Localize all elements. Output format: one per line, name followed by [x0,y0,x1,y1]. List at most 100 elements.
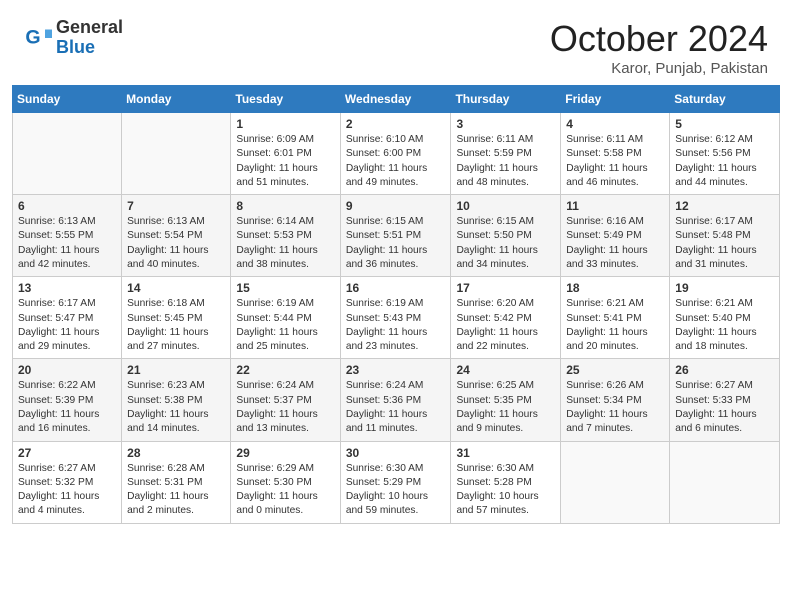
day-header-monday: Monday [122,86,231,113]
day-info: Sunrise: 6:11 AMSunset: 5:59 PMDaylight:… [456,133,555,190]
day-number: 16 [346,281,446,295]
calendar-table: SundayMondayTuesdayWednesdayThursdayFrid… [12,85,780,524]
calendar-cell [561,441,670,523]
day-number: 24 [456,363,555,377]
week-row-2: 6Sunrise: 6:13 AMSunset: 5:55 PMDaylight… [13,195,780,277]
logo-general: General [56,18,123,38]
calendar-cell: 15 Sunrise: 6:19 AMSunset: 5:44 PMDayligh… [231,277,340,359]
calendar-cell: 14Sunrise: 6:18 AMSunset: 5:45 PMDayligh… [122,277,231,359]
day-header-saturday: Saturday [670,86,780,113]
day-info: Sunrise: 6:24 AMSunset: 5:36 PMDaylight:… [346,379,446,436]
day-header-thursday: Thursday [451,86,561,113]
logo: G General Blue [24,18,123,58]
calendar-cell: 26 Sunrise: 6:27 AMSunset: 5:33 PMDayligh… [670,359,780,441]
calendar-cell: 31 Sunrise: 6:30 AMSunset: 5:28 PMDayligh… [451,441,561,523]
day-info: Sunrise: 6:13 AMSunset: 5:54 PMDaylight:… [127,215,225,272]
calendar-cell: 18 Sunrise: 6:21 AMSunset: 5:41 PMDayligh… [561,277,670,359]
logo-blue: Blue [56,38,123,58]
week-row-3: 13Sunrise: 6:17 AMSunset: 5:47 PMDayligh… [13,277,780,359]
day-number: 20 [18,363,116,377]
calendar-body: 1Sunrise: 6:09 AMSunset: 6:01 PMDaylight… [13,113,780,524]
day-info: Sunrise: 6:12 AMSunset: 5:56 PMDaylight:… [675,133,774,190]
calendar-cell: 12 Sunrise: 6:17 AMSunset: 5:48 PMDayligh… [670,195,780,277]
day-number: 2 [346,117,446,131]
day-number: 12 [675,199,774,213]
title-block: October 2024 Karor, Punjab, Pakistan [550,18,768,77]
calendar-wrapper: SundayMondayTuesdayWednesdayThursdayFrid… [0,85,792,536]
day-info: Sunrise: 6:20 AMSunset: 5:42 PMDaylight:… [456,297,555,354]
calendar-cell: 10Sunrise: 6:15 AMSunset: 5:50 PMDayligh… [451,195,561,277]
day-info: Sunrise: 6:10 AMSunset: 6:00 PMDaylight:… [346,133,446,190]
calendar-cell: 1Sunrise: 6:09 AMSunset: 6:01 PMDaylight… [231,113,340,195]
calendar-cell: 23 Sunrise: 6:24 AMSunset: 5:36 PMDayligh… [340,359,451,441]
day-number: 27 [18,446,116,460]
day-info: Sunrise: 6:15 AMSunset: 5:50 PMDaylight:… [456,215,555,272]
day-number: 26 [675,363,774,377]
calendar-cell: 29Sunrise: 6:29 AMSunset: 5:30 PMDayligh… [231,441,340,523]
day-info: Sunrise: 6:28 AMSunset: 5:31 PMDaylight:… [127,462,225,519]
day-number: 22 [236,363,334,377]
day-info: Sunrise: 6:17 AMSunset: 5:48 PMDaylight:… [675,215,774,272]
day-number: 11 [566,199,664,213]
calendar-cell: 2 Sunrise: 6:10 AMSunset: 6:00 PMDaylight… [340,113,451,195]
day-number: 8 [236,199,334,213]
day-info: Sunrise: 6:22 AMSunset: 5:39 PMDaylight:… [18,379,116,436]
calendar-cell: 8 Sunrise: 6:14 AMSunset: 5:53 PMDaylight… [231,195,340,277]
calendar-cell: 21 Sunrise: 6:23 AMSunset: 5:38 PMDayligh… [122,359,231,441]
day-number: 23 [346,363,446,377]
day-number: 17 [456,281,555,295]
day-number: 15 [236,281,334,295]
calendar-cell: 30 Sunrise: 6:30 AMSunset: 5:29 PMDayligh… [340,441,451,523]
calendar-cell: 22Sunrise: 6:24 AMSunset: 5:37 PMDayligh… [231,359,340,441]
day-info: Sunrise: 6:27 AMSunset: 5:33 PMDaylight:… [675,379,774,436]
day-info: Sunrise: 6:16 AMSunset: 5:49 PMDaylight:… [566,215,664,272]
day-number: 5 [675,117,774,131]
day-info: Sunrise: 6:19 AMSunset: 5:44 PMDaylight:… [236,297,334,354]
day-number: 9 [346,199,446,213]
calendar-cell: 9Sunrise: 6:15 AMSunset: 5:51 PMDaylight… [340,195,451,277]
day-info: Sunrise: 6:17 AMSunset: 5:47 PMDaylight:… [18,297,116,354]
day-number: 21 [127,363,225,377]
calendar-cell: 17 Sunrise: 6:20 AMSunset: 5:42 PMDayligh… [451,277,561,359]
calendar-cell: 27Sunrise: 6:27 AMSunset: 5:32 PMDayligh… [13,441,122,523]
calendar-cell: 19 Sunrise: 6:21 AMSunset: 5:40 PMDayligh… [670,277,780,359]
day-number: 25 [566,363,664,377]
calendar-cell: 4Sunrise: 6:11 AMSunset: 5:58 PMDaylight… [561,113,670,195]
day-info: Sunrise: 6:21 AMSunset: 5:41 PMDaylight:… [566,297,664,354]
calendar-cell [670,441,780,523]
day-info: Sunrise: 6:23 AMSunset: 5:38 PMDaylight:… [127,379,225,436]
calendar-cell: 20 Sunrise: 6:22 AMSunset: 5:39 PMDayligh… [13,359,122,441]
calendar-cell: 5 Sunrise: 6:12 AMSunset: 5:56 PMDaylight… [670,113,780,195]
svg-text:G: G [25,26,40,48]
calendar-cell: 11 Sunrise: 6:16 AMSunset: 5:49 PMDayligh… [561,195,670,277]
day-info: Sunrise: 6:30 AMSunset: 5:29 PMDaylight:… [346,462,446,519]
day-info: Sunrise: 6:11 AMSunset: 5:58 PMDaylight:… [566,133,664,190]
day-info: Sunrise: 6:13 AMSunset: 5:55 PMDaylight:… [18,215,116,272]
calendar-cell: 24 Sunrise: 6:25 AMSunset: 5:35 PMDayligh… [451,359,561,441]
day-number: 28 [127,446,225,460]
day-info: Sunrise: 6:19 AMSunset: 5:43 PMDaylight:… [346,297,446,354]
month-title: October 2024 [550,18,768,60]
logo-icon: G [24,24,52,52]
page-header: G General Blue October 2024 Karor, Punja… [0,0,792,85]
day-info: Sunrise: 6:21 AMSunset: 5:40 PMDaylight:… [675,297,774,354]
day-number: 1 [236,117,334,131]
day-number: 3 [456,117,555,131]
calendar-cell: 3 Sunrise: 6:11 AMSunset: 5:59 PMDaylight… [451,113,561,195]
day-number: 30 [346,446,446,460]
week-row-1: 1Sunrise: 6:09 AMSunset: 6:01 PMDaylight… [13,113,780,195]
day-number: 31 [456,446,555,460]
calendar-cell [122,113,231,195]
calendar-cell: 28 Sunrise: 6:28 AMSunset: 5:31 PMDayligh… [122,441,231,523]
day-header-tuesday: Tuesday [231,86,340,113]
calendar-cell [13,113,122,195]
calendar-cell: 6Sunrise: 6:13 AMSunset: 5:55 PMDaylight… [13,195,122,277]
day-info: Sunrise: 6:14 AMSunset: 5:53 PMDaylight:… [236,215,334,272]
day-number: 19 [675,281,774,295]
calendar-cell: 7Sunrise: 6:13 AMSunset: 5:54 PMDaylight… [122,195,231,277]
day-info: Sunrise: 6:25 AMSunset: 5:35 PMDaylight:… [456,379,555,436]
location: Karor, Punjab, Pakistan [550,60,768,77]
day-header-friday: Friday [561,86,670,113]
day-number: 18 [566,281,664,295]
day-info: Sunrise: 6:30 AMSunset: 5:28 PMDaylight:… [456,462,555,519]
